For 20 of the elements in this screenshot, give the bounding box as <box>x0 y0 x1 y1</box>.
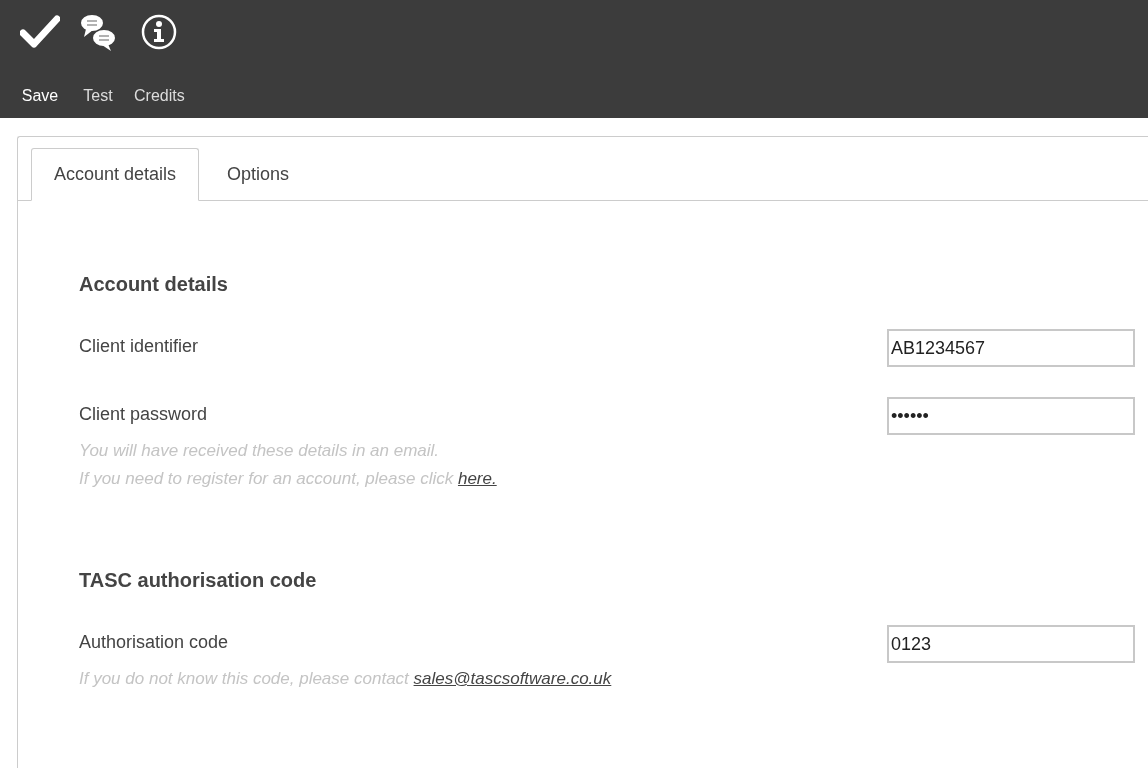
checkmark-icon <box>20 15 60 49</box>
toolbar-button[interactable]: Test <box>76 12 120 108</box>
field-label: Client password <box>79 403 208 426</box>
link[interactable]: here. <box>457 469 497 488</box>
input-field[interactable]: AB1234567 <box>887 329 1135 367</box>
toolbar-button[interactable]: Save <box>18 12 62 108</box>
link[interactable]: sales@tascsoftware.co.uk <box>413 669 612 688</box>
hint-text: If you do not know this code, please contact sales@tascsoftware.co.uk <box>79 668 613 690</box>
section-heading: TASC authorisation code <box>79 568 318 589</box>
input-field[interactable]: •••••• <box>887 397 1135 435</box>
tab[interactable]: Account details <box>31 148 200 201</box>
speech-bubbles-icon <box>80 12 116 52</box>
tab[interactable]: Options <box>199 148 318 200</box>
hint-text: You will have received these details in an email. If you need to register for an account, please click here. <box>79 440 498 490</box>
section-heading: Account details <box>79 272 229 293</box>
field-label: Authorisation code <box>79 631 229 654</box>
info-icon <box>141 14 178 50</box>
toolbar-button[interactable]: Credits <box>134 12 185 108</box>
input-field[interactable]: 0123 <box>887 625 1135 663</box>
field-label: Client identifier <box>79 335 199 358</box>
